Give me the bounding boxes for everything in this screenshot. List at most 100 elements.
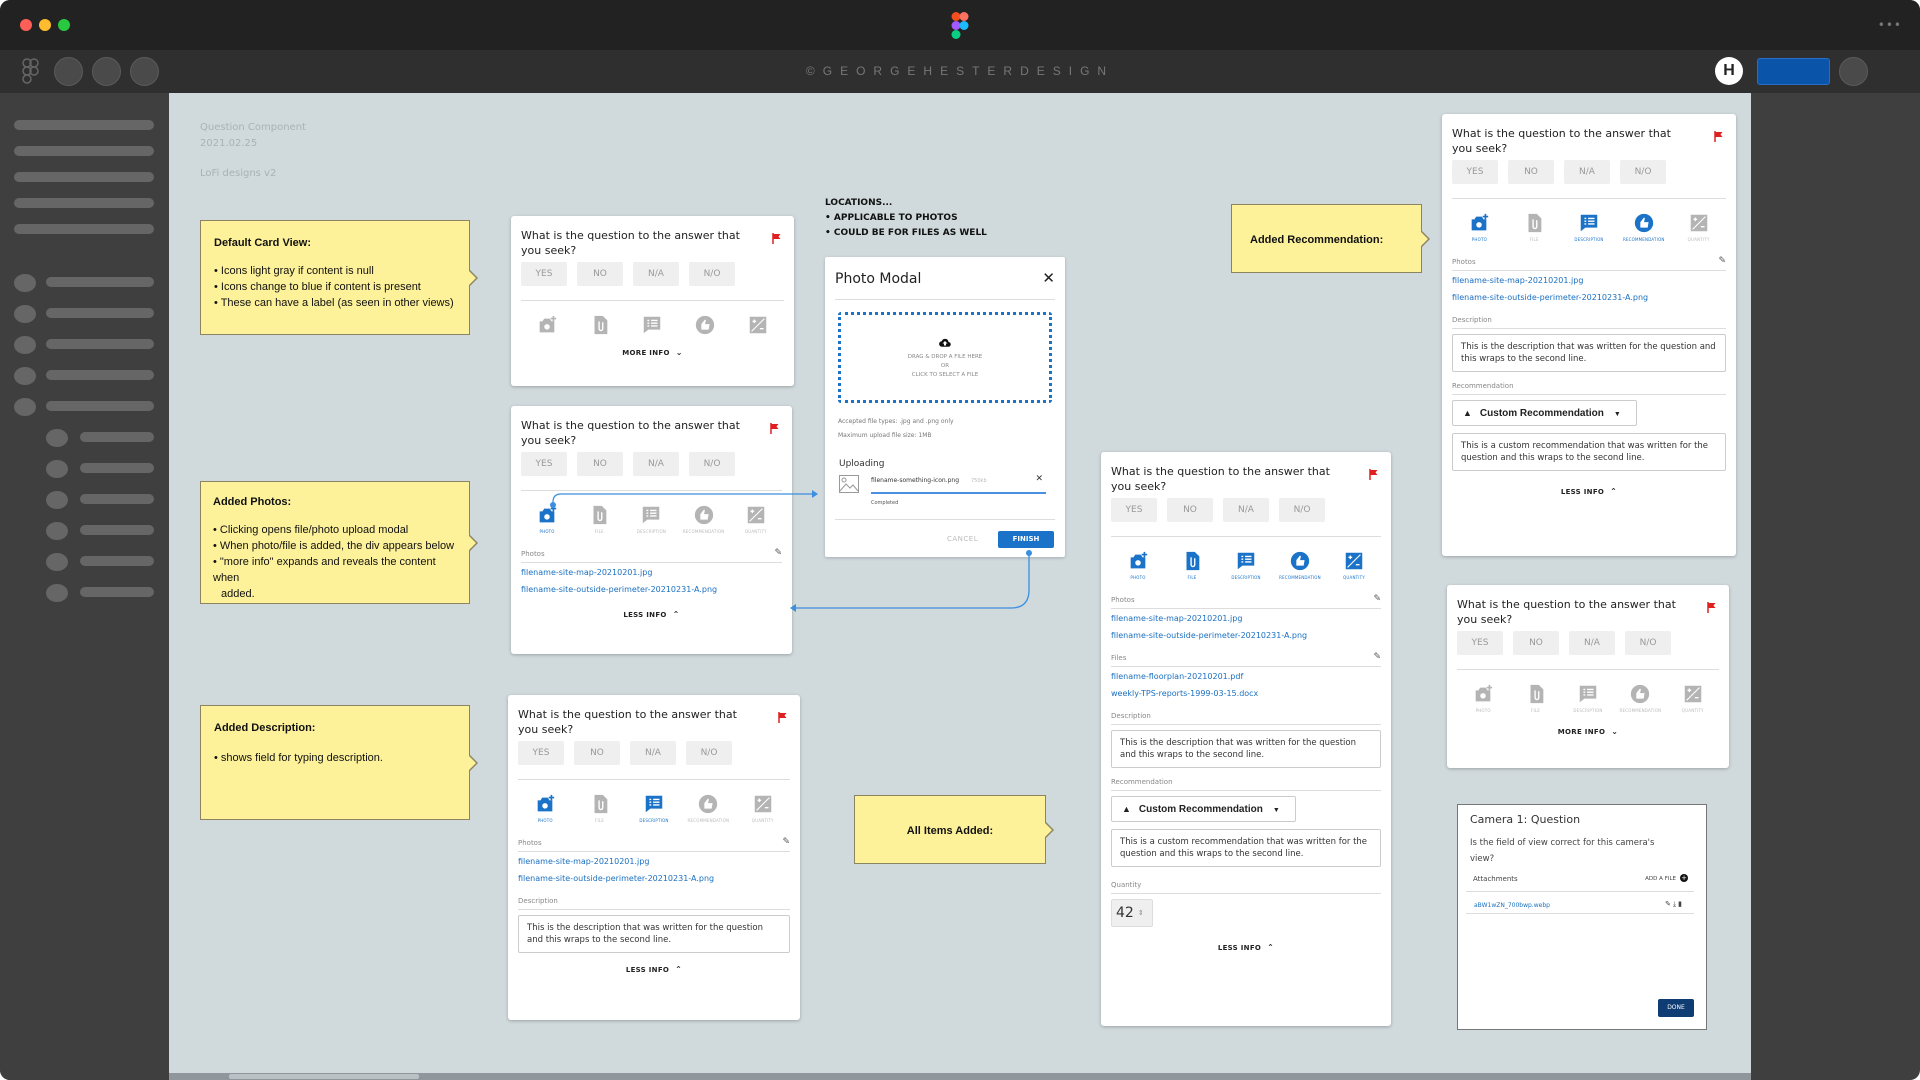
answer-yes-button[interactable]: YES	[1111, 498, 1157, 522]
sidebar-layer[interactable]	[46, 277, 154, 287]
answer-no-button[interactable]: NO	[1513, 631, 1559, 655]
more-info-toggle[interactable]: MORE INFO ⌄	[511, 348, 794, 357]
photo-file-link[interactable]: filename-site-outside-perimeter-20210231…	[1111, 631, 1307, 640]
answer-no-button[interactable]: NO	[1508, 160, 1554, 184]
close-icon[interactable]: ✕	[1042, 269, 1055, 287]
user-avatar[interactable]	[1839, 57, 1868, 86]
less-info-toggle[interactable]: LESS INFO ⌃	[508, 965, 800, 974]
more-info-toggle[interactable]: MORE INFO ⌄	[1447, 727, 1729, 736]
sidebar-layer[interactable]	[46, 370, 154, 380]
recommendation-button[interactable]: RECOMMENDATION	[682, 793, 734, 823]
sidebar-sublayer[interactable]	[80, 494, 154, 504]
flag-icon[interactable]	[1369, 465, 1379, 480]
photo-file-link[interactable]: filename-site-outside-perimeter-20210231…	[518, 874, 714, 883]
answer-no-button[interactable]: NO	[1167, 498, 1213, 522]
answer-no-button[interactable]: NO	[577, 262, 623, 286]
description-textarea[interactable]: This is the description that was written…	[1111, 730, 1381, 768]
description-button[interactable]: DESCRIPTION	[625, 504, 677, 534]
answer-no-button[interactable]: NO	[577, 452, 623, 476]
horizontal-scrollbar[interactable]	[169, 1073, 1751, 1080]
quantity-stepper[interactable]: 42 ⇕	[1111, 899, 1153, 927]
photo-file-link[interactable]: filename-site-map-20210201.jpg	[521, 568, 652, 577]
description-button[interactable]: DESCRIPTION	[628, 793, 680, 823]
answer-no-obs-button[interactable]: N/O	[689, 452, 735, 476]
flag-icon[interactable]	[772, 229, 782, 244]
description-button[interactable]: DESCRIPTION	[1220, 550, 1272, 580]
sidebar-sublayer[interactable]	[80, 556, 154, 566]
recommendation-button[interactable]: RECOMMENDATION	[1618, 212, 1670, 242]
answer-yes-button[interactable]: YES	[1457, 631, 1503, 655]
done-button[interactable]: DONE	[1658, 999, 1694, 1017]
photo-button[interactable]: PHOTO	[519, 793, 571, 823]
photo-file-link[interactable]: filename-site-map-20210201.jpg	[518, 857, 649, 866]
sidebar-layer[interactable]	[46, 339, 154, 349]
close-window-button[interactable]	[20, 19, 32, 31]
file-button[interactable]: FILE	[1166, 550, 1218, 580]
quantity-button[interactable]: QUANTITY	[730, 504, 782, 534]
stepper-arrows-icon[interactable]: ⇕	[1138, 909, 1144, 917]
sidebar-sublayer[interactable]	[80, 432, 154, 442]
description-textarea[interactable]: This is the description that was written…	[1452, 334, 1726, 372]
photo-button[interactable]: PHOTO	[1453, 212, 1505, 242]
answer-na-button[interactable]: N/A	[630, 741, 676, 765]
finish-button[interactable]: FINISH	[998, 531, 1054, 548]
recommendation-button[interactable]: RECOMMENDATION	[678, 504, 730, 534]
answer-yes-button[interactable]: YES	[518, 741, 564, 765]
sidebar-item[interactable]	[14, 224, 154, 234]
photo-button[interactable]	[521, 314, 573, 336]
attachment-link[interactable]: aBW1wZN_700bwp.webp	[1474, 902, 1550, 909]
answer-yes-button[interactable]: YES	[521, 452, 567, 476]
edit-files-icon[interactable]: ✎	[1373, 652, 1381, 662]
edit-photos-icon[interactable]: ✎	[774, 548, 782, 558]
quantity-button[interactable]: QUANTITY	[737, 793, 789, 823]
file-button[interactable]: FILE	[1510, 683, 1562, 713]
file-link[interactable]: weekly-TPS-reports-1999-03-15.docx	[1111, 689, 1258, 698]
add-file-button[interactable]: ADD A FILE	[1645, 876, 1676, 882]
more-options-icon[interactable]: •••	[1878, 18, 1902, 32]
file-link[interactable]: filename-floorplan-20210201.pdf	[1111, 672, 1243, 681]
photo-file-link[interactable]: filename-site-outside-perimeter-20210231…	[521, 585, 717, 594]
sidebar-item[interactable]	[14, 146, 154, 156]
edit-icon[interactable]: ✎	[1665, 900, 1673, 908]
recommendation-button[interactable]: RECOMMENDATION	[1614, 683, 1666, 713]
less-info-toggle[interactable]: LESS INFO ⌃	[1442, 487, 1736, 496]
quantity-button[interactable]	[732, 314, 784, 336]
sidebar-sublayer[interactable]	[80, 525, 154, 535]
quantity-button[interactable]: QUANTITY	[1667, 683, 1719, 713]
delete-icon[interactable]: ▮	[1678, 900, 1684, 908]
description-button[interactable]	[626, 314, 678, 336]
flag-icon[interactable]	[770, 419, 780, 434]
flag-icon[interactable]	[1707, 598, 1717, 613]
answer-no-obs-button[interactable]: N/O	[1279, 498, 1325, 522]
answer-no-obs-button[interactable]: N/O	[1625, 631, 1671, 655]
edit-photos-icon[interactable]: ✎	[782, 837, 790, 847]
share-button[interactable]	[1757, 58, 1830, 85]
edit-photos-icon[interactable]: ✎	[1718, 256, 1726, 266]
answer-na-button[interactable]: N/A	[1564, 160, 1610, 184]
photo-file-link[interactable]: filename-site-outside-perimeter-20210231…	[1452, 293, 1648, 302]
flag-icon[interactable]	[778, 708, 788, 723]
quantity-button[interactable]: QUANTITY	[1673, 212, 1725, 242]
cancel-upload-icon[interactable]: ✕	[1035, 474, 1043, 484]
zoom-window-button[interactable]	[58, 19, 70, 31]
minimize-window-button[interactable]	[39, 19, 51, 31]
quantity-button[interactable]: QUANTITY	[1328, 550, 1380, 580]
answer-na-button[interactable]: N/A	[1569, 631, 1615, 655]
file-dropzone[interactable]: DRAG & DROP A FILE HERE OR CLICK TO SELE…	[838, 312, 1052, 403]
sidebar-item[interactable]	[14, 120, 154, 130]
flag-icon[interactable]	[1714, 127, 1724, 142]
add-circle-icon[interactable]: +	[1680, 874, 1688, 882]
answer-no-obs-button[interactable]: N/O	[689, 262, 735, 286]
recommendation-textarea[interactable]: This is a custom recommendation that was…	[1111, 829, 1381, 867]
file-button[interactable]: FILE	[1508, 212, 1560, 242]
answer-na-button[interactable]: N/A	[633, 262, 679, 286]
sidebar-item[interactable]	[14, 172, 154, 182]
file-button[interactable]	[574, 314, 626, 336]
edit-photos-icon[interactable]: ✎	[1373, 594, 1381, 604]
recommendation-button[interactable]	[679, 314, 731, 336]
sidebar-item[interactable]	[14, 198, 154, 208]
answer-no-obs-button[interactable]: N/O	[686, 741, 732, 765]
answer-na-button[interactable]: N/A	[633, 452, 679, 476]
photo-button[interactable]: PHOTO	[521, 504, 573, 534]
scrollbar-thumb[interactable]	[229, 1074, 419, 1079]
